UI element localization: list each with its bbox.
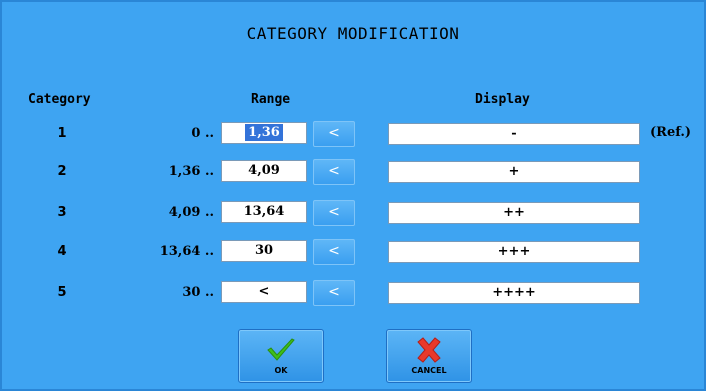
category-row-1: 1 0 .. 1,36 < - (Ref.) <box>2 121 704 147</box>
display-input[interactable]: +++ <box>388 241 640 263</box>
category-number: 5 <box>57 285 67 300</box>
set-infinity-button[interactable]: < <box>313 121 355 147</box>
reference-label: (Ref.) <box>650 125 692 140</box>
display-input[interactable]: - <box>388 123 640 145</box>
category-number: 2 <box>57 164 67 179</box>
category-number: 1 <box>57 126 67 141</box>
dialog-title: CATEGORY MODIFICATION <box>246 24 460 43</box>
ok-label: OK <box>274 366 288 375</box>
display-input[interactable]: ++++ <box>388 282 640 304</box>
category-row-4: 4 13,64 .. 30 < +++ <box>2 239 704 265</box>
set-infinity-button[interactable]: < <box>313 159 355 185</box>
range-from: 0 .. <box>191 126 214 141</box>
set-infinity-button[interactable]: < <box>313 280 355 306</box>
range-to-input[interactable]: 30 <box>221 240 307 262</box>
cancel-label: CANCEL <box>411 366 447 375</box>
set-infinity-button[interactable]: < <box>313 239 355 265</box>
range-to-input[interactable]: 4,09 <box>221 160 307 182</box>
range-to-input[interactable]: 13,64 <box>221 201 307 223</box>
range-from: 13,64 .. <box>159 244 214 259</box>
range-to-input[interactable]: < <box>221 281 307 303</box>
range-from: 30 .. <box>182 285 214 300</box>
category-row-2: 2 1,36 .. 4,09 < + <box>2 159 704 185</box>
category-number: 4 <box>57 244 67 259</box>
header-display: Display <box>475 92 530 107</box>
display-input[interactable]: ++ <box>388 202 640 224</box>
display-input[interactable]: + <box>388 161 640 183</box>
range-from: 4,09 .. <box>168 205 214 220</box>
category-number: 3 <box>57 205 67 220</box>
checkmark-icon <box>267 338 295 361</box>
range-to-value: 1,36 <box>245 124 283 141</box>
category-modification-dialog: CATEGORY MODIFICATION Category Range Dis… <box>0 0 706 391</box>
category-row-5: 5 30 .. < < ++++ <box>2 280 704 306</box>
set-infinity-button[interactable]: < <box>313 200 355 226</box>
range-from: 1,36 .. <box>168 164 214 179</box>
header-range: Range <box>251 92 291 107</box>
range-to-input[interactable]: 1,36 <box>221 122 307 144</box>
category-row-3: 3 4,09 .. 13,64 < ++ <box>2 200 704 226</box>
ok-button[interactable]: OK <box>238 329 324 383</box>
header-category: Category <box>28 92 91 107</box>
cancel-button[interactable]: CANCEL <box>386 329 472 383</box>
red-x-icon <box>417 337 441 363</box>
